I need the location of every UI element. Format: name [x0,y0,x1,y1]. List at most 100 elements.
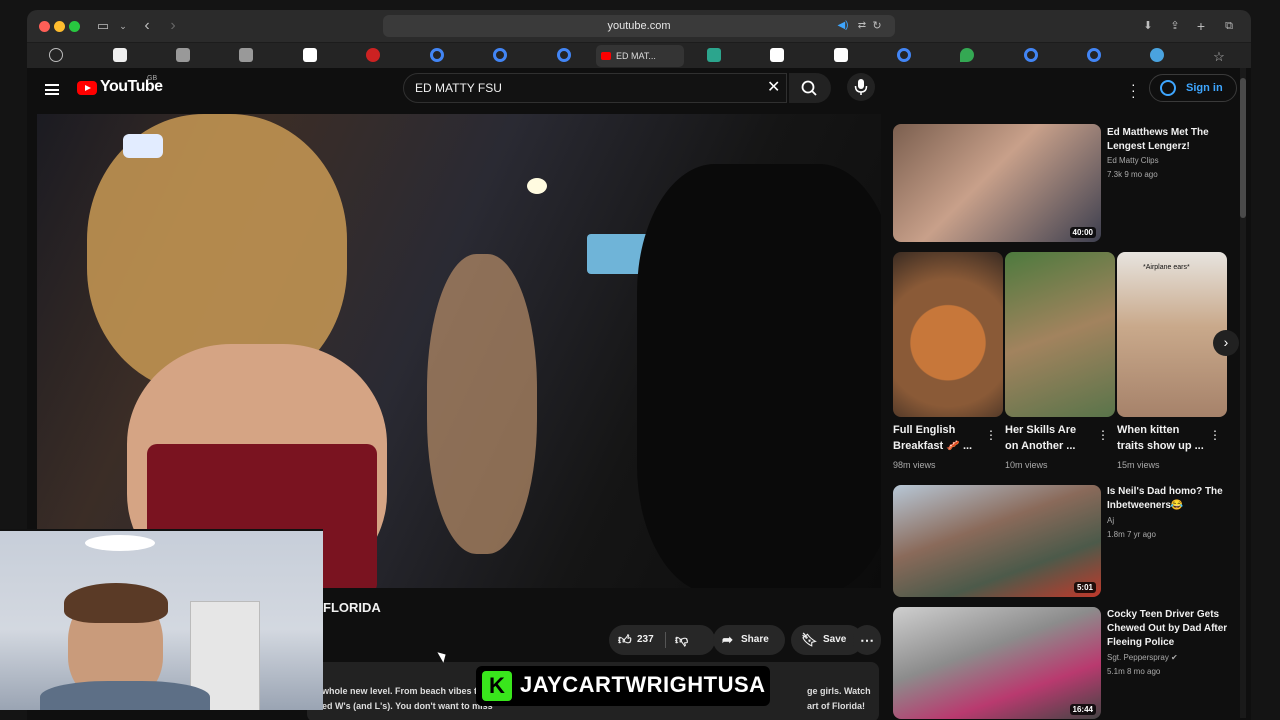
more-icon[interactable]: ⋮ [985,428,997,442]
short-views: 98m views [893,460,936,470]
verified-icon: ✔ [1171,653,1178,662]
channel-name[interactable]: Sgt. Pepperspray ✔ [1107,653,1178,662]
page-scrollbar[interactable] [1240,68,1246,718]
short-title[interactable]: Full English [893,422,955,438]
webcam-overlay [0,529,323,710]
tab-google-icon[interactable] [557,48,571,62]
video-thumbnail[interactable]: 5:01 [893,485,1101,597]
tab-app-icon[interactable] [303,48,317,62]
chevron-down-icon[interactable]: ⌄ [115,18,131,34]
like-count[interactable]: 237 [637,625,654,655]
more-actions-button[interactable]: ⋯ [853,625,881,655]
scrollbar-thumb[interactable] [1240,78,1246,218]
settings-more-icon[interactable]: · · · [1131,77,1136,103]
video-title[interactable]: Cocky Teen Driver Gets [1107,607,1219,622]
tab-app-icon[interactable] [366,48,380,62]
short-views: 15m views [1117,460,1160,470]
sidebar-toggle-icon[interactable]: ▭ [95,18,111,34]
video-player[interactable] [37,114,881,588]
ceiling-light [85,535,155,551]
youtube-favicon-icon [601,52,611,60]
tab-google-icon[interactable] [897,48,911,62]
tab-app-icon[interactable] [707,48,721,62]
more-icon[interactable]: ⋮ [1097,428,1109,442]
recommendations-sidebar: 40:00 Ed Matthews Met The Lengest Lenger… [893,114,1239,719]
reload-icon[interactable]: ↻ [869,18,885,34]
forward-icon[interactable]: › [165,18,181,34]
kick-logo-icon: K [482,671,512,701]
share-arrow-icon: ➦ [722,632,733,647]
video-title[interactable]: Inbetweeners😂 [1107,498,1183,513]
short-thumbnail[interactable] [1005,252,1115,417]
tab-youtube-active[interactable]: ED MAT... [596,45,684,67]
video-title[interactable]: Ed Matthews Met The [1107,125,1209,140]
short-thumbnail[interactable]: *Airplane ears* [1117,252,1227,417]
tab-compass-icon[interactable] [49,48,63,62]
thumbs-down-icon[interactable]: 👎︎ [675,625,688,655]
short-title[interactable]: When kitten [1117,422,1179,438]
tab-maps-icon[interactable] [960,48,974,62]
video-title[interactable]: Is Neil's Dad homo? The [1107,484,1223,499]
save-label: Save [823,634,847,645]
tab-app-icon[interactable] [1150,48,1164,62]
video-frame-subject [637,164,881,588]
description-line: ge girls. Watch [807,686,871,696]
video-meta: 5.1m 8 mo ago [1107,667,1161,676]
channel-name[interactable]: Ed Matty Clips [1107,156,1159,165]
sign-in-button[interactable]: Sign in [1149,74,1237,102]
tab-google-icon[interactable] [1024,48,1038,62]
close-window-button[interactable] [39,21,50,32]
tab-google-icon[interactable] [430,48,444,62]
audio-playing-icon[interactable]: ◀) [835,18,851,34]
tab-wikipedia-icon[interactable] [834,48,848,62]
tab-google-icon[interactable] [1087,48,1101,62]
more-icon[interactable]: ⋮ [1209,428,1221,442]
share-button[interactable]: ➦ Share [713,625,785,655]
clear-search-icon[interactable]: ✕ [767,80,780,96]
divider [665,632,666,648]
short-title[interactable]: traits show up ... [1117,438,1204,454]
share-icon[interactable]: ⇪ [1167,18,1183,34]
video-title[interactable]: Fleeing Police [1107,635,1174,650]
channel-name[interactable]: Aj [1107,516,1114,525]
download-icon[interactable]: ⬇ [1140,18,1156,34]
youtube-logo-icon[interactable] [77,81,97,95]
search-button[interactable] [789,73,831,103]
tab-app-icon[interactable] [176,48,190,62]
short-title[interactable]: Breakfast 🥓 ... [893,438,972,454]
maximize-window-button[interactable] [69,21,80,32]
search-input[interactable]: ED MATTY FSU [403,73,787,103]
bookmark-icon: 🔖︎ [801,632,818,647]
new-tab-icon[interactable]: + [1193,18,1209,34]
video-thumbnail[interactable]: 40:00 [893,124,1101,242]
chevron-right-icon[interactable]: › [1213,330,1239,356]
short-title[interactable]: Her Skills Are [1005,422,1076,438]
sign-in-label: Sign in [1186,82,1223,94]
menu-icon[interactable] [45,84,59,95]
mouse-cursor-icon [437,649,449,663]
streamer-watermark: K JAYCARTWRIGHTUSA [476,666,770,706]
minimize-window-button[interactable] [54,21,65,32]
video-title[interactable]: Chewed Out by Dad After [1107,621,1227,636]
region-code: GB [147,75,158,82]
thumbs-up-icon[interactable]: 👍︎ [618,625,632,655]
duration-badge: 5:01 [1073,582,1096,593]
short-title[interactable]: on Another ... [1005,438,1075,454]
like-dislike-group: 👍︎ 237 👎︎ [609,625,715,655]
video-title: FLORIDA [323,600,381,615]
tab-app-icon[interactable] [113,48,127,62]
tab-google-icon[interactable] [493,48,507,62]
voice-search-button[interactable] [847,73,875,101]
video-title[interactable]: Lengest Lengerz! [1107,139,1190,154]
tab-app-icon[interactable] [239,48,253,62]
back-icon[interactable]: ‹ [139,18,155,34]
bookmark-star-icon[interactable]: ☆ [1211,49,1227,65]
address-bar[interactable]: youtube.com [383,15,895,37]
tab-wikipedia-icon[interactable] [770,48,784,62]
account-icon [1160,80,1176,96]
tab-overview-icon[interactable]: ⧉ [1221,18,1237,34]
translate-icon[interactable]: ⇄ [854,18,870,34]
video-meta: 7.3k 9 mo ago [1107,170,1158,179]
video-thumbnail[interactable]: 16:44 [893,607,1101,719]
short-thumbnail[interactable] [893,252,1003,417]
